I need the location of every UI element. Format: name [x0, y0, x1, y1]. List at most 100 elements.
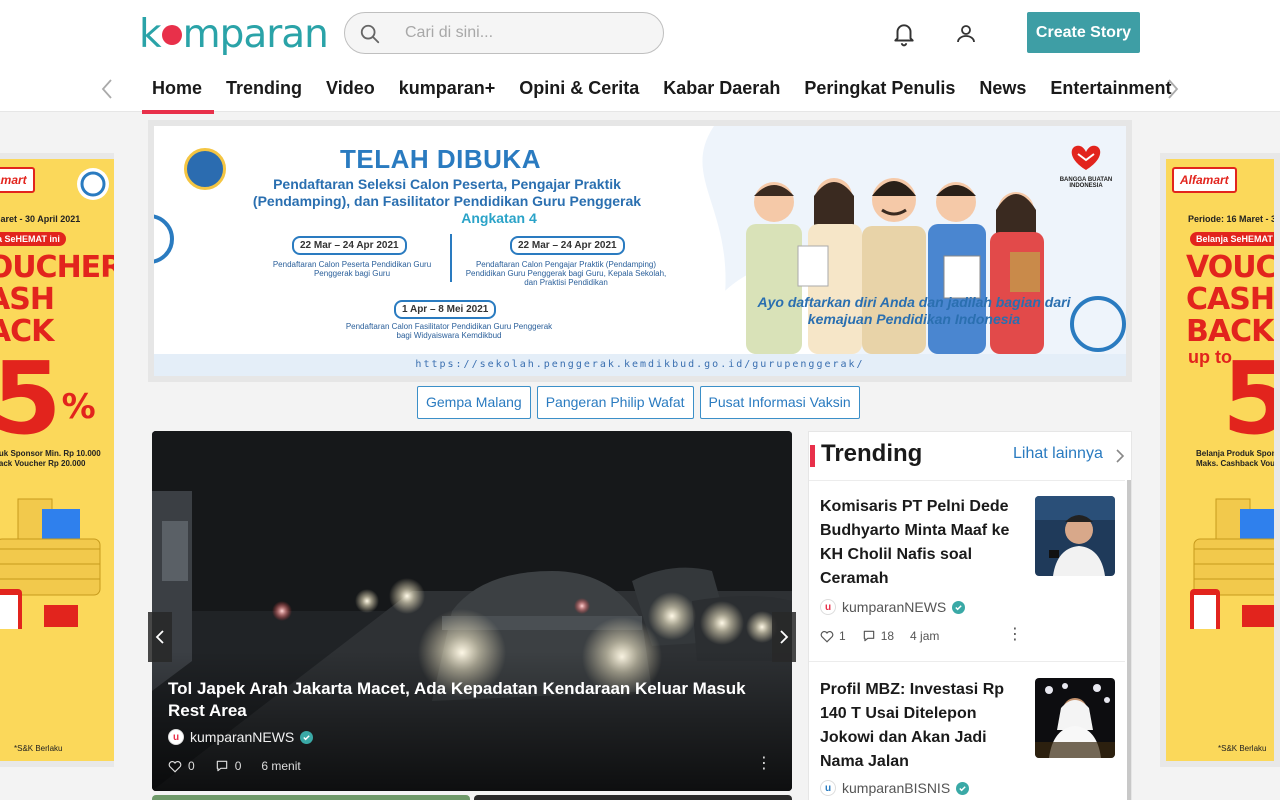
ad-headline: VOUCHER CASH BACK: [1186, 250, 1274, 349]
trending-item-meta: 1 18 4 jam: [820, 629, 955, 643]
author-avatar: u: [168, 729, 184, 745]
banner-date-2: 22 Mar – 24 Apr 2021: [510, 236, 625, 255]
banner-tagline: Ayo daftarkan diri Anda dan jadilah bagi…: [757, 294, 1071, 327]
trending-item-thumbnail[interactable]: [1035, 496, 1115, 576]
nav-scroll-right-icon[interactable]: [1166, 78, 1180, 100]
nav-scroll-left-icon[interactable]: [100, 78, 114, 100]
author-avatar: u: [820, 780, 836, 796]
ad-footnote: *S&K Berlaku: [14, 744, 63, 753]
ad-headline: VOUCHER CASH BACK: [0, 250, 114, 349]
side-ad-left[interactable]: Alfamart Periode: 16 Maret - 30 April 20…: [0, 153, 114, 767]
trending-panel: Trending Lihat lainnya Komisaris PT Peln…: [808, 431, 1132, 800]
trending-item-title[interactable]: Profil MBZ: Investasi Rp 140 T Usai Dite…: [820, 678, 1015, 774]
heart-icon: [168, 760, 182, 773]
trending-accent-bar: [810, 445, 815, 467]
banner-desc-1: Pendaftaran Calon Peserta Pendidikan Gur…: [272, 260, 432, 278]
ad-period: Periode: 16 Maret - 30 April 2021: [0, 214, 81, 224]
comment-button[interactable]: 18: [862, 629, 894, 643]
search-input[interactable]: [405, 21, 645, 45]
ad-percent: 5: [1222, 340, 1274, 457]
article-thumbnail-partial[interactable]: [152, 795, 470, 800]
bell-icon[interactable]: [891, 21, 917, 47]
article-thumbnail-partial[interactable]: [474, 795, 792, 800]
ad-period: Periode: 16 Maret - 30 April 2021: [1188, 214, 1274, 224]
like-button[interactable]: 1: [820, 629, 846, 643]
trending-item-thumbnail[interactable]: [1035, 678, 1115, 758]
topic-chip-gempa-malang[interactable]: Gempa Malang: [417, 386, 531, 419]
ad-terms: Belanja Produk Sponsor Min. Rp 10.000 Ma…: [0, 449, 101, 468]
comment-icon: [216, 760, 227, 772]
headline-title[interactable]: Tol Japek Arah Jakarta Macet, Ada Kepada…: [168, 678, 768, 722]
comment-icon: [863, 630, 874, 642]
trending-item[interactable]: Komisaris PT Pelni Dede Budhyarto Minta …: [809, 480, 1125, 660]
trending-item-title[interactable]: Komisaris PT Pelni Dede Budhyarto Minta …: [820, 495, 1015, 591]
site-header: kmparan Create Story Home Trending Video…: [0, 0, 1280, 114]
create-story-button[interactable]: Create Story: [1027, 12, 1140, 53]
nav-item-trending[interactable]: Trending: [214, 66, 314, 112]
chevron-right-icon[interactable]: [1115, 448, 1125, 464]
side-ad-right[interactable]: Alfamart Periode: 16 Maret - 30 April 20…: [1160, 153, 1280, 767]
kumparan-logo[interactable]: k mparan: [139, 12, 329, 57]
verified-badge-icon: [956, 781, 970, 795]
banner-title: TELAH DIBUKA: [340, 144, 541, 174]
more-options-icon[interactable]: ⋮: [1007, 627, 1023, 643]
banner-desc-2: Pendaftaran Calon Pengajar Praktik (Pend…: [465, 260, 667, 287]
search-icon: [360, 24, 380, 44]
chevron-left-icon: [155, 630, 164, 644]
headline-card[interactable]: Tol Japek Arah Jakarta Macet, Ada Kepada…: [152, 431, 792, 791]
trending-scrollbar[interactable]: [1127, 480, 1131, 800]
ad-brand-logo: Alfamart: [0, 167, 35, 193]
banner-desc-3: Pendaftaran Calon Fasilitator Pendidikan…: [345, 322, 553, 340]
ad-partner-logo: [77, 168, 109, 200]
trending-item-time: 4 jam: [910, 629, 940, 643]
user-icon[interactable]: [954, 21, 978, 47]
banner-url[interactable]: https://sekolah.penggerak.kemdikbud.go.i…: [154, 354, 1126, 376]
main-nav: Home Trending Video kumparan+ Opini & Ce…: [140, 66, 1183, 114]
banner-subtitle: Pendaftaran Seleksi Calon Peserta, Penga…: [252, 176, 642, 209]
ad-brand-logo: Alfamart: [1172, 167, 1237, 193]
nav-item-news[interactable]: News: [967, 66, 1038, 112]
trending-item-author[interactable]: u kumparanBISNIS: [820, 780, 970, 796]
nav-item-peringkat-penulis[interactable]: Peringkat Penulis: [792, 66, 967, 112]
ad-percent: 5%: [0, 340, 96, 457]
trending-title: Trending: [821, 440, 923, 467]
ad-product-basket-image: [0, 498, 101, 629]
nav-item-home[interactable]: Home: [140, 66, 215, 114]
ad-product-basket-image: [1190, 498, 1274, 629]
verified-badge-icon: [952, 600, 966, 614]
nav-item-kabar-daerah[interactable]: Kabar Daerah: [651, 66, 792, 112]
verified-badge-icon: [300, 730, 314, 744]
search-box[interactable]: [344, 12, 664, 54]
ad-footnote: *S&K Berlaku: [1218, 744, 1267, 753]
carousel-prev-button[interactable]: [148, 612, 172, 662]
nav-item-video[interactable]: Video: [314, 66, 387, 112]
headline-meta: 0 0 6 menit: [168, 759, 321, 773]
headline-author[interactable]: u kumparanNEWS: [168, 729, 314, 745]
nav-item-kumparan-plus[interactable]: kumparan+: [387, 66, 508, 112]
more-options-icon[interactable]: ⋮: [756, 756, 772, 772]
carousel-next-button[interactable]: [772, 612, 796, 662]
kemdikbud-logo: [184, 148, 226, 190]
topic-chip-vaksin[interactable]: Pusat Informasi Vaksin: [699, 386, 860, 419]
trending-item-author[interactable]: u kumparanNEWS: [820, 599, 966, 615]
trending-item[interactable]: Profil MBZ: Investasi Rp 140 T Usai Dite…: [809, 661, 1125, 800]
nav-item-entertainment[interactable]: Entertainment: [1038, 66, 1183, 112]
chevron-right-icon: [780, 630, 789, 644]
banner-date-3: 1 Apr – 8 Mei 2021: [394, 300, 497, 319]
comment-button[interactable]: 0: [215, 759, 241, 773]
banner-date-1: 22 Mar – 24 Apr 2021: [292, 236, 407, 255]
promo-banner[interactable]: BANGGA BUATAN INDONESIA TELAH DIBUKA Pen…: [148, 120, 1132, 382]
topic-chips: Gempa Malang Pangeran Philip Wafat Pusat…: [417, 386, 860, 419]
author-avatar: u: [820, 599, 836, 615]
banner-divider: [450, 234, 452, 282]
banner-batch: Angkatan 4: [461, 210, 537, 226]
heart-icon: [820, 630, 834, 643]
topic-chip-pangeran-philip[interactable]: Pangeran Philip Wafat: [536, 386, 694, 419]
ad-pill: Belanja SeHEMAT ini: [0, 232, 66, 246]
ad-pill: Belanja SeHEMAT ini: [1190, 232, 1274, 246]
ad-terms: Belanja Produk Sponsor Min. Rp 10.000 Ma…: [1196, 449, 1274, 468]
see-more-link[interactable]: Lihat lainnya: [1013, 445, 1103, 463]
like-button[interactable]: 0: [168, 759, 195, 773]
nav-item-opini-cerita[interactable]: Opini & Cerita: [507, 66, 651, 112]
headline-time: 6 menit: [261, 759, 301, 773]
